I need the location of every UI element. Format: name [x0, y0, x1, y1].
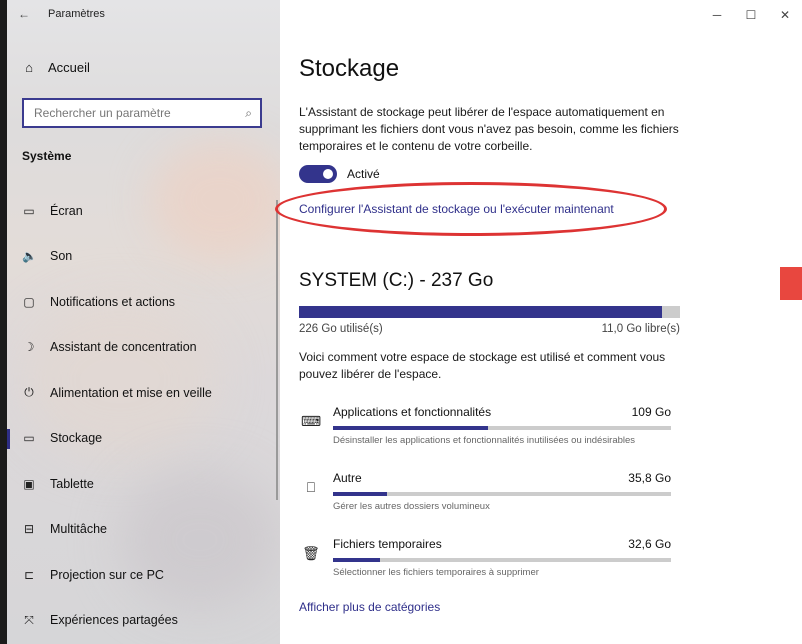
- close-button[interactable]: ✕: [768, 0, 802, 30]
- projection-icon: ⊏: [23, 567, 35, 582]
- section-label: Système: [22, 149, 72, 163]
- storage-sense-toggle-row: Activé: [299, 165, 380, 183]
- category-bar-fill: [333, 558, 381, 562]
- multitask-icon: ⊟: [23, 522, 35, 537]
- category-bar-fill: [333, 426, 489, 430]
- sidebar-item-multitache[interactable]: ⊟ Multitâche: [0, 507, 280, 553]
- sidebar-nav: ▭ Écran 🔈 Son ▢ Notifications et actions…: [0, 188, 280, 643]
- sidebar-item-son[interactable]: 🔈 Son: [0, 234, 280, 280]
- notification-icon: ▢: [23, 294, 35, 309]
- sidebar-item-label: Accueil: [48, 60, 90, 75]
- show-more-categories-link[interactable]: Afficher plus de catégories: [299, 600, 440, 614]
- drive-usage-fill: [299, 306, 663, 318]
- category-subtitle: Désinstaller les applications et fonctio…: [333, 435, 636, 446]
- search-input[interactable]: [32, 105, 246, 121]
- category-subtitle: Gérer les autres dossiers volumineux: [333, 501, 490, 512]
- trash-icon: 🗑: [302, 544, 320, 561]
- free-space-label: 11,0 Go libre(s): [601, 323, 680, 335]
- sidebar-item-home[interactable]: ⌂ Accueil: [22, 60, 90, 75]
- category-bar-fill: [333, 492, 388, 496]
- sidebar-item-label: Alimentation et mise en veille: [50, 385, 212, 400]
- tablet-icon: ▣: [23, 476, 35, 491]
- sidebar-item-label: Expériences partagées: [50, 613, 178, 628]
- storage-icon: ▭: [23, 431, 35, 446]
- sidebar-item-stockage[interactable]: ▭ Stockage: [0, 416, 280, 462]
- sidebar-item-label: Écran: [50, 203, 83, 218]
- category-apps[interactable]: ⌨ Applications et fonctionnalités 109 Go…: [299, 405, 674, 455]
- moon-icon: ☽: [23, 340, 35, 355]
- category-name: Fichiers temporaires: [333, 537, 442, 551]
- category-size: 32,6 Go: [628, 537, 671, 551]
- sidebar-item-label: Stockage: [50, 431, 103, 446]
- sidebar: ← Paramètres ⌂ Accueil ⌕ Système ▭ Écran…: [0, 0, 280, 644]
- drive-title: SYSTEM (C:) - 237 Go: [299, 270, 494, 291]
- storage-sense-description: L'Assistant de stockage peut libérer de …: [299, 105, 679, 153]
- sidebar-item-concentration[interactable]: ☽ Assistant de concentration: [0, 325, 280, 371]
- category-bar: [333, 492, 671, 496]
- home-icon: ⌂: [25, 60, 33, 75]
- sidebar-item-label: Tablette: [50, 476, 94, 491]
- keyboard-icon: ⌨: [300, 412, 322, 429]
- sidebar-item-experiences[interactable]: ⤧ Expériences partagées: [0, 598, 280, 644]
- app-title: Paramètres: [48, 8, 105, 20]
- category-temp-files[interactable]: 🗑 Fichiers temporaires 32,6 Go Sélection…: [299, 537, 674, 587]
- used-space-label: 226 Go utilisé(s): [299, 323, 383, 335]
- category-name: Autre: [333, 471, 362, 485]
- drive-usage-bar: [299, 306, 680, 318]
- sidebar-item-ecran[interactable]: ▭ Écran: [0, 188, 280, 234]
- sidebar-item-notifications[interactable]: ▢ Notifications et actions: [0, 279, 280, 325]
- search-box[interactable]: ⌕: [22, 98, 262, 128]
- category-size: 109 Go: [631, 405, 671, 419]
- page-title: Stockage: [299, 55, 400, 82]
- usage-description: Voici comment votre espace de stockage e…: [299, 350, 666, 381]
- category-size: 35,8 Go: [628, 471, 671, 485]
- title-bar: ← Paramètres: [18, 3, 105, 25]
- category-bar: [333, 558, 671, 562]
- red-marker: [780, 267, 802, 300]
- monitor-icon: ▭: [23, 203, 35, 218]
- category-subtitle: Sélectionner les fichiers temporaires à …: [333, 567, 539, 578]
- maximize-button[interactable]: ☐: [734, 0, 768, 30]
- speaker-icon: 🔈: [22, 249, 37, 264]
- sidebar-item-label: Assistant de concentration: [50, 340, 197, 355]
- document-icon: ⎕: [306, 478, 316, 495]
- shared-icon: ⤧: [24, 612, 34, 627]
- toggle-label: Activé: [347, 167, 380, 181]
- storage-sense-toggle[interactable]: [299, 165, 337, 183]
- search-icon[interactable]: ⌕: [245, 106, 252, 121]
- sidebar-item-label: Multitâche: [50, 522, 107, 537]
- sidebar-item-label: Projection sur ce PC: [50, 567, 164, 582]
- sidebar-item-alimentation[interactable]: ⏻ Alimentation et mise en veille: [0, 370, 280, 416]
- sidebar-item-label: Son: [50, 249, 73, 264]
- sidebar-item-label: Notifications et actions: [50, 294, 176, 309]
- minimize-button[interactable]: ─: [700, 0, 734, 30]
- back-arrow-icon[interactable]: ←: [18, 7, 30, 21]
- sidebar-item-projection[interactable]: ⊏ Projection sur ce PC: [0, 552, 280, 598]
- category-name: Applications et fonctionnalités: [333, 405, 492, 419]
- category-bar: [333, 426, 671, 430]
- category-other[interactable]: ⎕ Autre 35,8 Go Gérer les autres dossier…: [299, 471, 674, 521]
- configure-storage-sense-link[interactable]: Configurer l'Assistant de stockage ou l'…: [299, 202, 614, 216]
- sidebar-item-tablette[interactable]: ▣ Tablette: [0, 461, 280, 507]
- window-controls: ─ ☐ ✕: [700, 0, 802, 30]
- sidebar-scrollbar[interactable]: [276, 200, 278, 500]
- power-icon: ⏻: [24, 385, 34, 400]
- toggle-knob: [323, 169, 333, 179]
